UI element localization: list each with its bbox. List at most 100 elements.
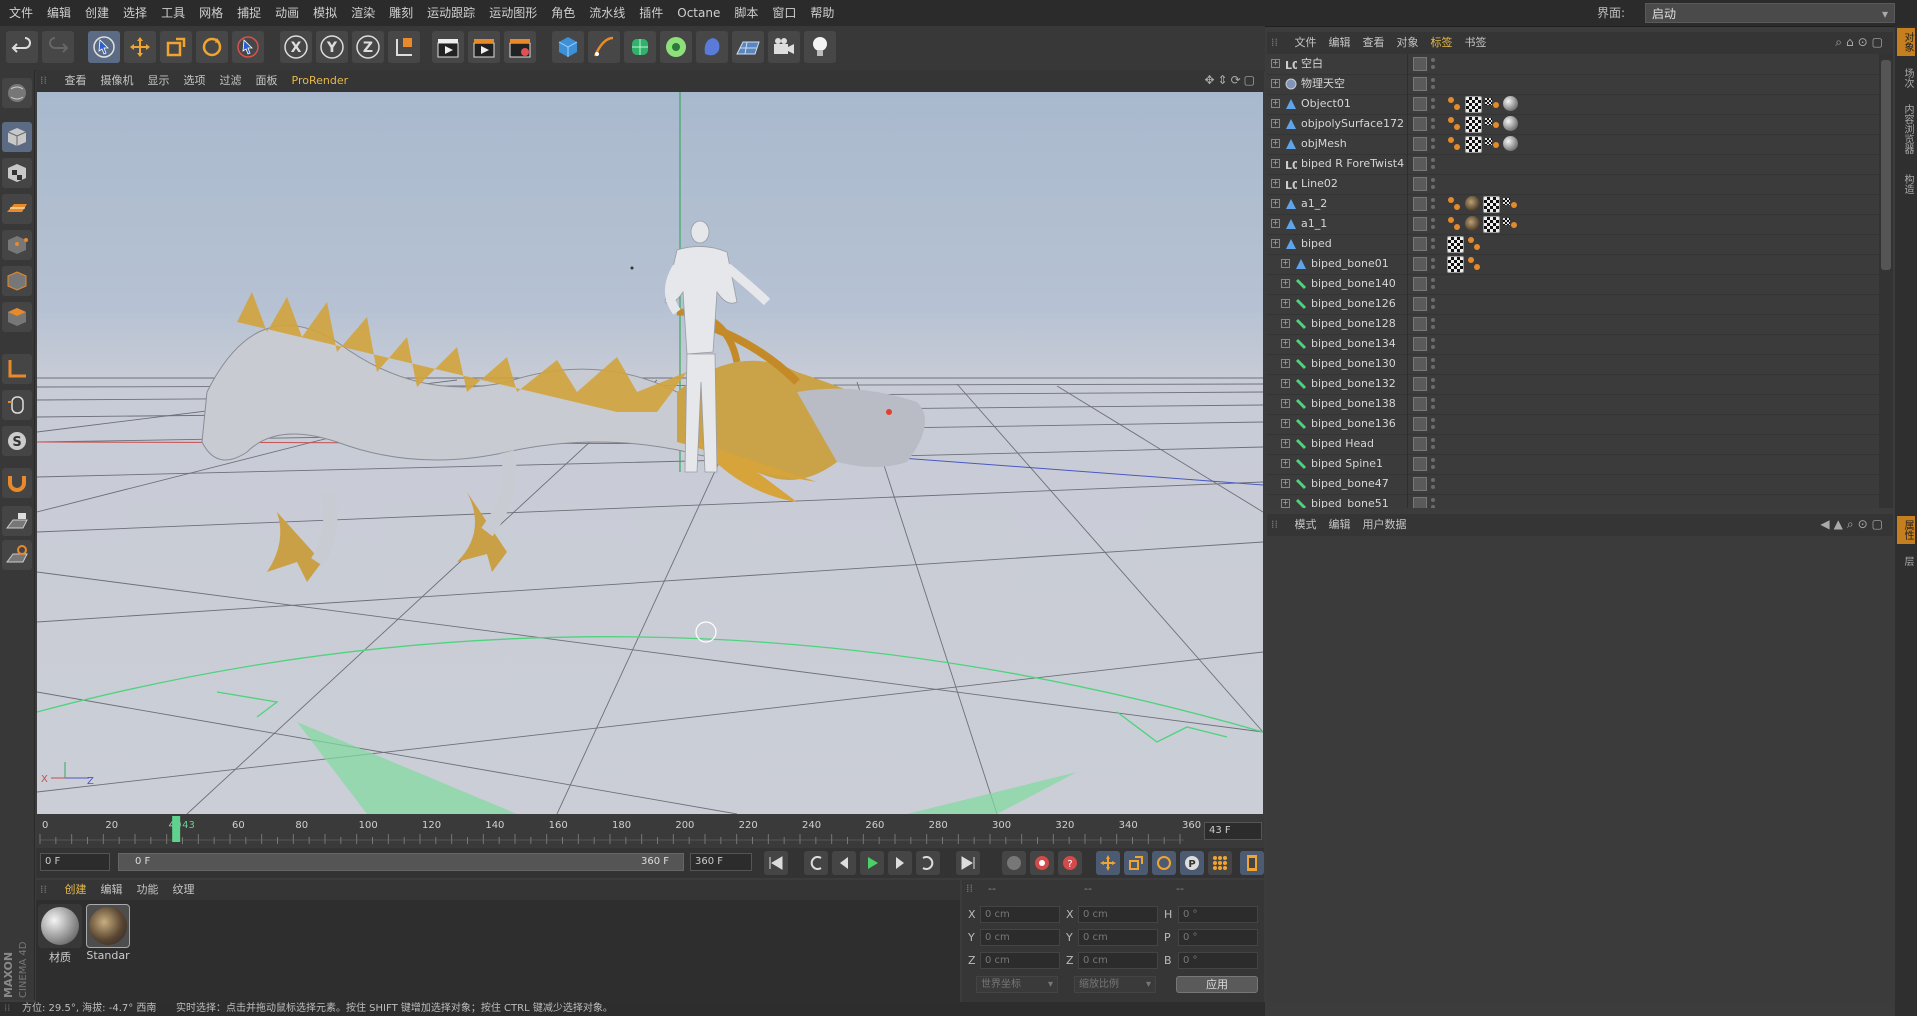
- side-tab[interactable]: 属性: [1897, 516, 1915, 544]
- deformer-button[interactable]: [696, 31, 728, 63]
- menu-item[interactable]: 书签: [1459, 32, 1493, 54]
- expand-icon[interactable]: +: [1281, 399, 1290, 408]
- camera-button[interactable]: [768, 31, 800, 63]
- menu-item[interactable]: 选择: [116, 0, 154, 26]
- editor-visibility-dot[interactable]: [1431, 98, 1435, 102]
- side-tab[interactable]: 对象: [1897, 28, 1915, 56]
- weight-tag-icon[interactable]: [1447, 216, 1462, 231]
- key-scale-button[interactable]: [1124, 851, 1148, 875]
- render-picture-viewer-button[interactable]: [468, 31, 500, 63]
- render-visibility-dot[interactable]: [1431, 185, 1435, 189]
- redo-button[interactable]: [42, 31, 74, 63]
- ik-tag-icon[interactable]: [1485, 136, 1500, 151]
- menu-item[interactable]: 窗口: [765, 0, 803, 26]
- menu-item[interactable]: 编辑: [1323, 32, 1357, 54]
- layer-icon[interactable]: [1413, 97, 1427, 111]
- floor-button[interactable]: [732, 31, 764, 63]
- layer-icon[interactable]: [1413, 317, 1427, 331]
- material-swatch[interactable]: Standar: [86, 904, 130, 962]
- object-row[interactable]: + biped_bone132: [1267, 374, 1879, 395]
- snap-button[interactable]: [2, 468, 32, 498]
- layer-icon[interactable]: [1413, 357, 1427, 371]
- weight-tag-icon[interactable]: [1447, 136, 1462, 151]
- tweak-mode-button[interactable]: [2, 390, 32, 420]
- rot-h-field[interactable]: 0 °: [1178, 906, 1258, 923]
- light-button[interactable]: [804, 31, 836, 63]
- pos-y-field[interactable]: 0 cm: [980, 929, 1060, 946]
- render-settings-button[interactable]: [504, 31, 536, 63]
- viewport-nav-icons[interactable]: ✥⇕⟳▢: [1204, 73, 1258, 87]
- attribute-manager-tools[interactable]: ◀▲⌕⊙▢: [1820, 517, 1887, 532]
- layer-icon[interactable]: [1413, 377, 1427, 391]
- subdivision-button[interactable]: [624, 31, 656, 63]
- render-visibility-dot[interactable]: [1431, 165, 1435, 169]
- menu-item[interactable]: 模式: [1289, 514, 1323, 536]
- weight-tag-icon[interactable]: [1467, 236, 1482, 251]
- object-manager-scrollbar[interactable]: [1879, 54, 1893, 508]
- editor-visibility-dot[interactable]: [1431, 118, 1435, 122]
- next-frame-button[interactable]: [888, 851, 912, 875]
- expand-icon[interactable]: +: [1271, 139, 1280, 148]
- autokey-button[interactable]: [1030, 851, 1054, 875]
- menu-item[interactable]: 角色: [544, 0, 582, 26]
- expand-icon[interactable]: +: [1281, 279, 1290, 288]
- layer-icon[interactable]: [1413, 497, 1427, 508]
- editor-visibility-dot[interactable]: [1431, 198, 1435, 202]
- menu-item[interactable]: ProRender: [285, 70, 356, 92]
- sphere-tag-icon[interactable]: [1503, 96, 1518, 111]
- object-row[interactable]: + biped_bone134: [1267, 334, 1879, 355]
- object-row[interactable]: + biped_bone47: [1267, 474, 1879, 495]
- pen-spline-button[interactable]: [588, 31, 620, 63]
- object-row[interactable]: + biped_bone128: [1267, 314, 1879, 335]
- x-axis-lock-button[interactable]: X: [280, 31, 312, 63]
- object-row[interactable]: + Object01: [1267, 94, 1879, 115]
- editor-visibility-dot[interactable]: [1431, 378, 1435, 382]
- render-visibility-dot[interactable]: [1431, 465, 1435, 469]
- editor-visibility-dot[interactable]: [1431, 278, 1435, 282]
- menu-item[interactable]: 工具: [154, 0, 192, 26]
- rot-p-field[interactable]: 0 °: [1178, 929, 1258, 946]
- home-icon[interactable]: ⌂: [1846, 35, 1858, 49]
- maximize-icon[interactable]: ▢: [1872, 35, 1887, 49]
- key-position-button[interactable]: [1096, 851, 1120, 875]
- object-row[interactable]: + biped: [1267, 234, 1879, 255]
- layer-icon[interactable]: [1413, 257, 1427, 271]
- layer-icon[interactable]: [1413, 57, 1427, 71]
- side-tab[interactable]: 内容浏览器: [1897, 100, 1915, 158]
- menu-item[interactable]: 帮助: [803, 0, 841, 26]
- cloner-button[interactable]: [660, 31, 692, 63]
- live-selection-button[interactable]: [88, 31, 120, 63]
- make-editable-button[interactable]: [2, 78, 32, 108]
- editor-visibility-dot[interactable]: [1431, 238, 1435, 242]
- menu-item[interactable]: 用户数据: [1357, 514, 1413, 536]
- menu-item[interactable]: 标签: [1425, 32, 1459, 54]
- menu-item[interactable]: 脚本: [727, 0, 765, 26]
- keyframe-selection-button[interactable]: ?: [1058, 851, 1082, 875]
- edges-mode-button[interactable]: [2, 266, 32, 296]
- render-visibility-dot[interactable]: [1431, 65, 1435, 69]
- expand-icon[interactable]: +: [1281, 339, 1290, 348]
- timeline-ruler[interactable]: 0204060801001201401601802002202402602803…: [36, 814, 1264, 848]
- editor-visibility-dot[interactable]: [1431, 478, 1435, 482]
- menu-item[interactable]: 纹理: [166, 880, 202, 900]
- layer-icon[interactable]: [1413, 477, 1427, 491]
- editor-visibility-dot[interactable]: [1431, 498, 1435, 502]
- previous-frame-button[interactable]: [832, 851, 856, 875]
- menu-item[interactable]: 显示: [141, 70, 177, 92]
- render-visibility-dot[interactable]: [1431, 225, 1435, 229]
- expand-icon[interactable]: +: [1271, 79, 1280, 88]
- object-row[interactable]: + objpolySurface172: [1267, 114, 1879, 135]
- object-row[interactable]: + L0 Line02: [1267, 174, 1879, 195]
- object-row[interactable]: + L0 空白: [1267, 54, 1879, 75]
- points-mode-button[interactable]: [2, 230, 32, 260]
- expand-icon[interactable]: +: [1281, 479, 1290, 488]
- render-visibility-dot[interactable]: [1431, 105, 1435, 109]
- previous-key-button[interactable]: [804, 851, 828, 875]
- pos-z-field[interactable]: 0 cm: [980, 952, 1060, 969]
- editor-visibility-dot[interactable]: [1431, 258, 1435, 262]
- undo-button[interactable]: [6, 31, 38, 63]
- menu-item[interactable]: 雕刻: [382, 0, 420, 26]
- menu-item[interactable]: 模拟: [306, 0, 344, 26]
- size-z-field[interactable]: 0 cm: [1078, 952, 1158, 969]
- menu-item[interactable]: 运动跟踪: [420, 0, 482, 26]
